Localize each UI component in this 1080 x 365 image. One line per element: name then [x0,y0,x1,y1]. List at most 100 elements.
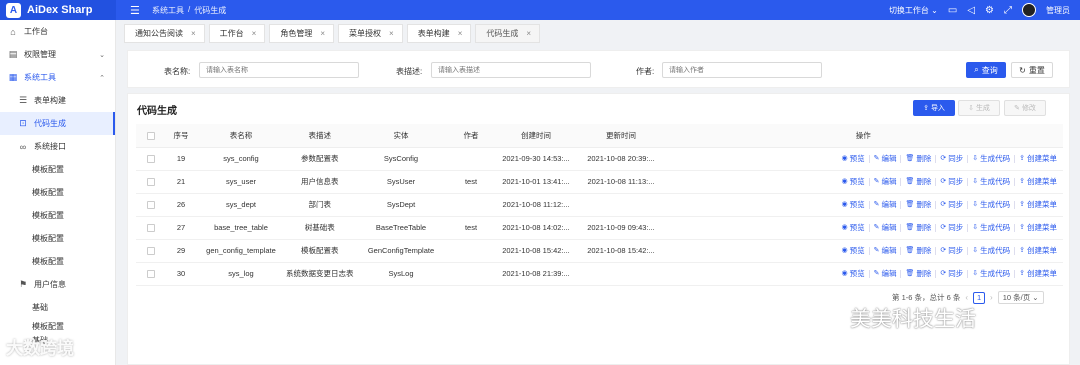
row-action-link[interactable]: ⇩ 生成代码 [968,246,1016,255]
row-action-link[interactable]: ⇩ 生成代码 [968,177,1016,186]
generate-button[interactable]: ⇩ 生成 [958,100,1000,116]
row-action-link[interactable]: ⟳ 同步 [936,269,969,278]
close-icon[interactable]: × [389,29,394,38]
next-page-icon[interactable]: › [990,293,993,302]
row-action-link[interactable]: ⇩ 生成代码 [968,269,1016,278]
row-action-link[interactable]: ◉ 预览 [838,269,870,278]
row-checkbox[interactable] [147,224,155,232]
row-action-link[interactable]: 🗑 删除 [901,223,937,232]
row-action-link[interactable]: ⟳ 同步 [936,154,969,163]
sidebar-item-template-config[interactable]: 模板配置 [0,227,115,250]
trash-icon: 🗑 [905,154,915,162]
sidebar-item-basic[interactable]: 基础 [0,296,115,319]
author-input[interactable] [662,62,822,78]
page-size-select[interactable]: 10 条/页 ⌄ [997,291,1044,304]
sidebar-item-template-config[interactable]: 模板配置 [0,181,115,204]
sidebar-item-template-config[interactable]: 模板配置 [0,250,115,273]
row-action-link[interactable]: ⇪ 创建菜单 [1015,223,1061,232]
close-icon[interactable]: × [526,29,531,38]
menu-toggle-icon[interactable]: ☰ [130,4,144,17]
sidebar-item-system-tools[interactable]: ▦ 系统工具 ⌃ [0,66,115,89]
table-row[interactable]: 21 sys_user 用户信息表 SysUser test 2021-10-01 13:… [136,170,1063,194]
tab-code-gen[interactable]: 代码生成 × [475,24,541,43]
sidebar-item-template-config[interactable]: 模板配置 [0,204,115,227]
row-action-link[interactable]: ◉ 预览 [838,177,870,186]
row-action-link[interactable]: ⇩ 生成代码 [968,223,1016,232]
table-row[interactable]: 30 sys_log 系统数据变更日志表 SysLog 2021-10-08 21:39… [136,262,1063,286]
prev-page-icon[interactable]: ‹ [965,293,968,302]
table-row[interactable]: 27 base_tree_table 树基础表 BaseTreeTable test 20… [136,216,1063,240]
row-checkbox[interactable] [147,201,155,209]
row-action-link[interactable]: 🗑 删除 [901,177,937,186]
download-icon: ⇩ [972,200,979,208]
user-name[interactable]: 管理员 [1046,5,1070,16]
row-action-link[interactable]: ⇪ 创建菜单 [1015,154,1061,163]
close-icon[interactable]: × [320,29,325,38]
sidebar-item-system-api[interactable]: ∞ 系统接口 [0,135,115,158]
sidebar-item-user-info[interactable]: ⚑ 用户信息 [0,273,115,296]
table-name-input[interactable] [199,62,359,78]
row-action-link[interactable]: ✎ 编辑 [870,223,902,232]
tab-notice-read[interactable]: 通知公告阅读 × [124,24,205,43]
query-button[interactable]: ⌕ 查询 [966,62,1006,78]
row-action-link[interactable]: 🗑 删除 [901,269,937,278]
row-action-link[interactable]: ⟳ 同步 [936,223,969,232]
speaker-icon[interactable]: ◁ [967,5,975,16]
table-row[interactable]: 29 gen_config_template 模板配置表 GenConfigTempl… [136,239,1063,263]
row-action-link[interactable]: ⇪ 创建菜单 [1015,177,1061,186]
row-action-link[interactable]: ✎ 编辑 [870,246,902,255]
row-action-link[interactable]: ⇪ 创建菜单 [1015,269,1061,278]
brand[interactable]: A AiDex Sharp [0,0,116,20]
chevron-up-icon: ⌃ [99,74,105,82]
table-row[interactable]: 19 sys_config 参数配置表 SysConfig 2021-09-30 14:… [136,147,1063,171]
row-action-link[interactable]: 🗑 删除 [901,200,937,209]
edit-button[interactable]: ✎ 修改 [1004,100,1046,116]
close-icon[interactable]: × [458,29,463,38]
row-action-link[interactable]: ⇩ 生成代码 [968,154,1016,163]
sidebar-item-workbench[interactable]: ⌂ 工作台 [0,20,115,43]
table-desc-input[interactable] [431,62,591,78]
row-action-link[interactable]: ✎ 编辑 [870,200,902,209]
sidebar-item-form-builder[interactable]: ☰ 表单构建 [0,89,115,112]
sidebar-item-code-gen[interactable]: ⊡ 代码生成 [0,112,115,135]
workspace-switch[interactable]: 切换工作台 ⌄ [889,5,938,16]
row-action-link[interactable]: ◉ 预览 [838,223,870,232]
row-checkbox[interactable] [147,270,155,278]
import-button[interactable]: ⇪ 导入 [913,100,955,116]
row-action-link[interactable]: ✎ 编辑 [870,154,902,163]
close-icon[interactable]: × [191,29,196,38]
row-action-link[interactable]: ⟳ 同步 [936,177,969,186]
row-action-link[interactable]: ⟳ 同步 [936,246,969,255]
tab-role-management[interactable]: 角色管理 × [269,24,335,43]
avatar[interactable] [1022,3,1036,17]
row-checkbox[interactable] [147,247,155,255]
close-icon[interactable]: × [252,29,257,38]
sidebar-item-template-config[interactable]: 模板配置 [0,158,115,181]
settings-icon[interactable]: ⚙ [985,5,994,16]
tab-menu-auth[interactable]: 菜单授权 × [338,24,403,43]
breadcrumb-item[interactable]: 系统工具 [152,5,184,16]
row-action-link[interactable]: 🗑 删除 [901,154,937,163]
row-action-link[interactable]: ◉ 预览 [838,246,870,255]
row-action-link[interactable]: ◉ 预览 [838,200,870,209]
row-action-link[interactable]: ⇪ 创建菜单 [1015,200,1061,209]
row-checkbox[interactable] [147,178,155,186]
sidebar-item-permissions[interactable]: ▤ 权限管理 ⌄ [0,43,115,66]
select-all-checkbox[interactable] [147,131,155,140]
row-action-link[interactable]: ✎ 编辑 [870,269,902,278]
page-number[interactable]: 1 [973,291,986,304]
reset-button[interactable]: ↻ 重置 [1011,62,1053,78]
tab-form-builder[interactable]: 表单构建 × [406,24,472,43]
table-row[interactable]: 26 sys_dept 部门表 SysDept 2021-10-08 11:12:...… [136,193,1063,217]
tab-workbench[interactable]: 工作台 × [208,24,266,43]
row-action-link[interactable]: ◉ 预览 [838,154,870,163]
row-action-link[interactable]: 🗑 删除 [901,246,937,255]
row-action-link[interactable]: ✎ 编辑 [870,177,902,186]
monitor-icon[interactable]: ▭ [948,5,957,16]
row-action-link[interactable]: ⟳ 同步 [936,200,969,209]
row-action-link[interactable]: ⇩ 生成代码 [968,200,1016,209]
row-checkbox[interactable] [147,155,155,163]
fullscreen-icon[interactable]: ⤢ [1004,5,1012,16]
row-action-link[interactable]: ⇪ 创建菜单 [1015,246,1061,255]
sidebar-item-template-config[interactable]: 模板配置 [0,319,115,333]
